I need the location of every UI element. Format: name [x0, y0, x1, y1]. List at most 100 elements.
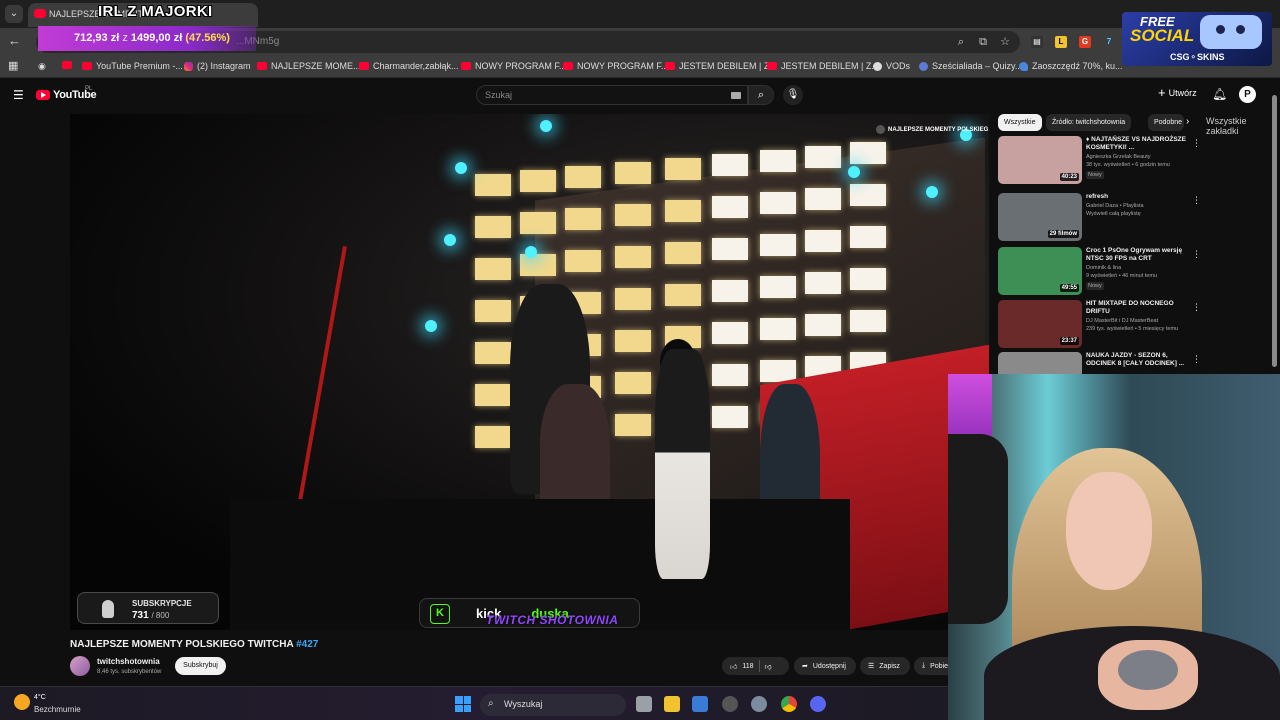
bookmark-item[interactable]: Zaoszczędź 70%, ku...	[1019, 61, 1123, 71]
keyboard-icon[interactable]	[731, 92, 741, 99]
bookmark-item[interactable]: NOWY PROGRAM F...	[563, 61, 668, 71]
file-explorer-icon[interactable]	[664, 696, 680, 712]
video-thumbnail[interactable]: 40:23	[998, 136, 1082, 184]
microphone-icon[interactable]: 🎙	[783, 85, 803, 105]
stage-light	[540, 120, 552, 132]
channel-watermark[interactable]: NAJLEPSZE MOMENTY POLSKIEG	[876, 125, 988, 134]
search-input[interactable]: Szukaj	[476, 85, 748, 105]
stage-screen-panel	[850, 268, 886, 290]
cast-icon[interactable]: ⧉	[976, 35, 990, 49]
weather-description[interactable]: Bezchmurnie	[34, 705, 81, 714]
taskbar-search[interactable]: ⌕ Wyszukaj	[480, 694, 626, 716]
zoom-icon[interactable]: ⌕	[954, 35, 968, 49]
windows-start-icon[interactable]	[455, 696, 471, 712]
stage-screen-panel	[712, 322, 748, 344]
notifications-bell-icon[interactable]: 🔔︎	[1212, 87, 1227, 101]
recommendation-title[interactable]: refresh	[1086, 193, 1186, 201]
mascot-eye	[1236, 25, 1245, 34]
more-options-icon[interactable]: ⋮	[1192, 195, 1201, 206]
extension-icon[interactable]: G	[1079, 36, 1091, 48]
bookmark-item[interactable]: Charmander,zabłąk...	[359, 61, 459, 71]
video-player[interactable]: NAJLEPSZE MOMENTY POLSKIEG SUBSKRYPCJE 7…	[70, 114, 989, 630]
account-avatar[interactable]: P	[1239, 86, 1256, 103]
recommendation-title[interactable]: ♦ NAJTAŃSZE VS NAJDROŻSZE KOSMETYKI! ...	[1086, 136, 1186, 152]
video-thumbnail[interactable]: 49:55	[998, 247, 1082, 295]
recommendation-title[interactable]: HIT MIXTAPE DO NOCNEGO DRIFTU	[1086, 300, 1186, 316]
weather-temperature[interactable]: 4°C	[34, 694, 46, 701]
hashtag-link[interactable]: #427	[296, 639, 318, 650]
recommendation-channel[interactable]: Gabriel Daza • Playlista	[1086, 203, 1144, 209]
stage-screen-panel	[712, 406, 748, 428]
back-arrow-icon[interactable]: ←	[8, 33, 24, 49]
store-icon[interactable]	[692, 696, 708, 712]
recommendation-item[interactable]: 40:23 ♦ NAJTAŃSZE VS NAJDROŻSZE KOSMETYKI…	[998, 136, 1208, 186]
extension-icon[interactable]: L	[1055, 36, 1067, 48]
bookmark-item[interactable]: (2) Instagram	[184, 61, 251, 71]
bookmark-item[interactable]	[62, 61, 72, 69]
more-options-icon[interactable]: ⋮	[1192, 354, 1201, 365]
subscriber-icon	[102, 600, 114, 618]
tab-search-button[interactable]: ⌄	[5, 5, 23, 23]
youtube-icon	[359, 62, 369, 70]
new-badge: Nowy	[1086, 282, 1104, 290]
stage-screen-panel	[712, 364, 748, 386]
extension-icon[interactable]: ▤	[1031, 36, 1043, 48]
recommendation-meta: 9 wyświetleń • 46 minut temu	[1086, 273, 1158, 279]
download-button[interactable]: ⤓ Pobie	[914, 657, 948, 675]
like-count[interactable]: 118	[742, 663, 753, 670]
all-bookmarks-link[interactable]: Wszystkie zakładki	[1206, 116, 1280, 136]
extension-icon[interactable]: ◉	[38, 61, 46, 72]
bookmark-star-icon[interactable]: ☆	[998, 35, 1012, 49]
more-options-icon[interactable]: ⋮	[1192, 302, 1201, 313]
recommendation-title[interactable]: NAUKA JAZDY - SEZON 6, ODCINEK 8 [CAŁY O…	[1086, 352, 1186, 368]
stage-screen-panel	[520, 212, 556, 234]
divider	[758, 660, 760, 672]
search-icon[interactable]: ⌕	[748, 85, 774, 105]
menu-hamburger-icon[interactable]: ☰	[13, 88, 24, 102]
chrome-icon[interactable]	[781, 696, 797, 712]
bookmark-item[interactable]: Sześcialiada – Quizy...	[919, 61, 1022, 71]
bookmark-item[interactable]: JESTEM DEBILEM | Z...	[665, 61, 777, 71]
bookmark-item[interactable]: NAJLEPSZE MOME...	[257, 61, 361, 71]
app-icon[interactable]	[722, 696, 738, 712]
thumbs-up-icon[interactable]: 👍︎	[730, 662, 737, 671]
stage-light	[455, 162, 467, 174]
task-view-icon[interactable]	[636, 696, 652, 712]
recommendation-channel[interactable]: Agnieszka Grzelak Beauty	[1086, 154, 1151, 160]
apps-grid-icon[interactable]: ▦	[8, 61, 19, 72]
save-button[interactable]: ☰ Zapisz	[860, 657, 910, 675]
create-button[interactable]: + Utwórz	[1158, 86, 1197, 99]
stage-screen-panel	[805, 272, 841, 294]
bookmark-item[interactable]: YouTube Premium -...	[82, 61, 183, 71]
video-thumbnail[interactable]: 29 filmów	[998, 193, 1082, 241]
bookmark-item[interactable]: JESTEM DEBILEM | Z...	[767, 61, 879, 71]
recommendation-item[interactable]: 49:55 Croc 1 PsOne Ogrywam wersję NTSC 30…	[998, 247, 1208, 297]
chip-source[interactable]: Źródło: twitchshotownia	[1046, 114, 1132, 131]
bookmark-item[interactable]: NOWY PROGRAM F...	[461, 61, 566, 71]
thumbs-down-icon[interactable]: 👎︎	[765, 662, 772, 671]
recommendation-title[interactable]: Croc 1 PsOne Ogrywam wersję NTSC 30 FPS …	[1086, 247, 1186, 263]
channel-avatar[interactable]	[70, 656, 90, 676]
stage-screen-panel	[565, 166, 601, 188]
chip-all[interactable]: Wszystkie	[998, 114, 1042, 131]
recommendation-channel[interactable]: DJ MasterBit i DJ MasterBeat	[1086, 318, 1158, 324]
scrollbar-thumb[interactable]	[1272, 95, 1277, 367]
extension-icon[interactable]: 7	[1103, 36, 1115, 48]
more-options-icon[interactable]: ⋮	[1192, 249, 1201, 260]
chevron-right-icon[interactable]: ›	[1186, 116, 1189, 127]
more-options-icon[interactable]: ⋮	[1192, 138, 1201, 149]
globe-icon	[873, 61, 882, 71]
recommendation-item[interactable]: 29 filmów refresh Gabriel Daza • Playlista…	[998, 193, 1208, 243]
chip-similar[interactable]: Podobne	[1148, 114, 1184, 131]
subscribe-button[interactable]: Subskrybuj	[175, 657, 226, 675]
channel-name[interactable]: twitchshotownia	[97, 657, 160, 666]
recommendation-channel[interactable]: Dominik & lina	[1086, 265, 1121, 271]
share-button[interactable]: ➦ Udostępnij	[794, 657, 856, 675]
discord-icon[interactable]	[810, 696, 826, 712]
settings-gear-icon[interactable]	[751, 696, 767, 712]
weather-sun-icon[interactable]	[14, 694, 30, 710]
recommendation-item[interactable]: 23:37 HIT MIXTAPE DO NOCNEGO DRIFTU DJ Mas…	[998, 300, 1208, 350]
bookmark-item[interactable]: VODs	[873, 61, 910, 71]
windows-taskbar: 4°C Bezchmurnie ⌕ Wyszukaj	[0, 686, 948, 720]
video-thumbnail[interactable]: 23:37	[998, 300, 1082, 348]
